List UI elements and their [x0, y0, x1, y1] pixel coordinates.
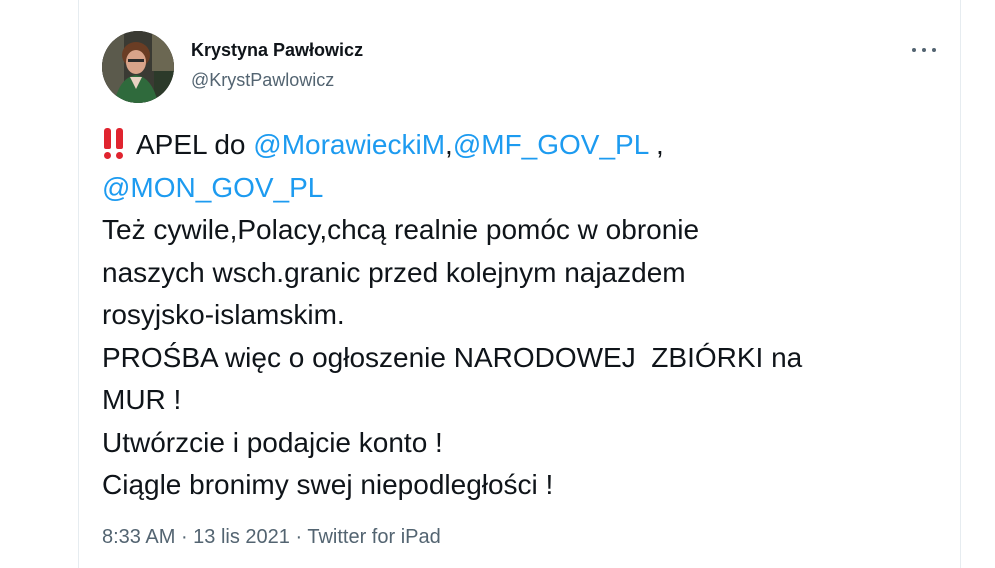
tweet-line: MUR ! — [102, 384, 182, 415]
mention-link-morawieckim[interactable]: @MorawieckiM — [253, 129, 445, 160]
tweet-line: rosyjsko-islamskim. — [102, 299, 345, 330]
more-dot — [922, 48, 926, 52]
tweet-text: APEL do @MorawieckiM,@MF_GOV_PL , @MON_G… — [102, 124, 942, 507]
tweet-line: Też cywile,Polacy,chcą realnie pomóc w o… — [102, 214, 700, 245]
tweet-line: Utwórzcie i podajcie konto ! — [102, 426, 443, 458]
tweet-date-link[interactable]: 13 lis 2021 — [193, 526, 290, 548]
tweet-card: Krystyna Pawłowicz @KrystPawlowicz APEL … — [78, 0, 961, 568]
tweet-line: naszych wsch.granic przed kolejnym najaz… — [102, 256, 686, 288]
meta-separator: · — [175, 526, 194, 548]
tweet-metadata: 8:33 AM · 13 lis 2021 · Twitter for iPad — [102, 526, 441, 549]
more-dot — [912, 48, 916, 52]
tweet-text-segment: APEL do — [136, 129, 254, 160]
tweet-separator: , — [648, 129, 664, 160]
avatar[interactable] — [102, 31, 174, 103]
tweet-line: PROŚBA więc o ogłoszenie NARODOWEJ ZBIÓR… — [102, 341, 803, 373]
more-dot — [932, 48, 936, 52]
more-options-icon[interactable] — [907, 38, 941, 62]
double-exclamation-icon — [102, 128, 130, 159]
tweet-line: Ciągle bronimy swej niepodległości ! — [102, 469, 554, 500]
mention-link-mon-gov-pl[interactable]: @MON_GOV_PL — [102, 172, 323, 203]
tweet-line-1: APEL do @MorawieckiM,@MF_GOV_PL , — [102, 124, 942, 167]
author-display-name[interactable]: Krystyna Pawłowicz — [191, 40, 363, 61]
tweet-separator: , — [445, 129, 453, 160]
tweet-time-link[interactable]: 8:33 AM — [102, 526, 175, 548]
author-handle[interactable]: @KrystPawlowicz — [191, 70, 334, 91]
avatar-photo-icon — [102, 31, 174, 103]
tweet-line-2: @MON_GOV_PL — [102, 167, 942, 210]
meta-separator: · — [289, 526, 308, 548]
tweet-source-link[interactable]: Twitter for iPad — [307, 526, 440, 548]
mention-link-mf-gov-pl[interactable]: @MF_GOV_PL — [453, 129, 648, 160]
